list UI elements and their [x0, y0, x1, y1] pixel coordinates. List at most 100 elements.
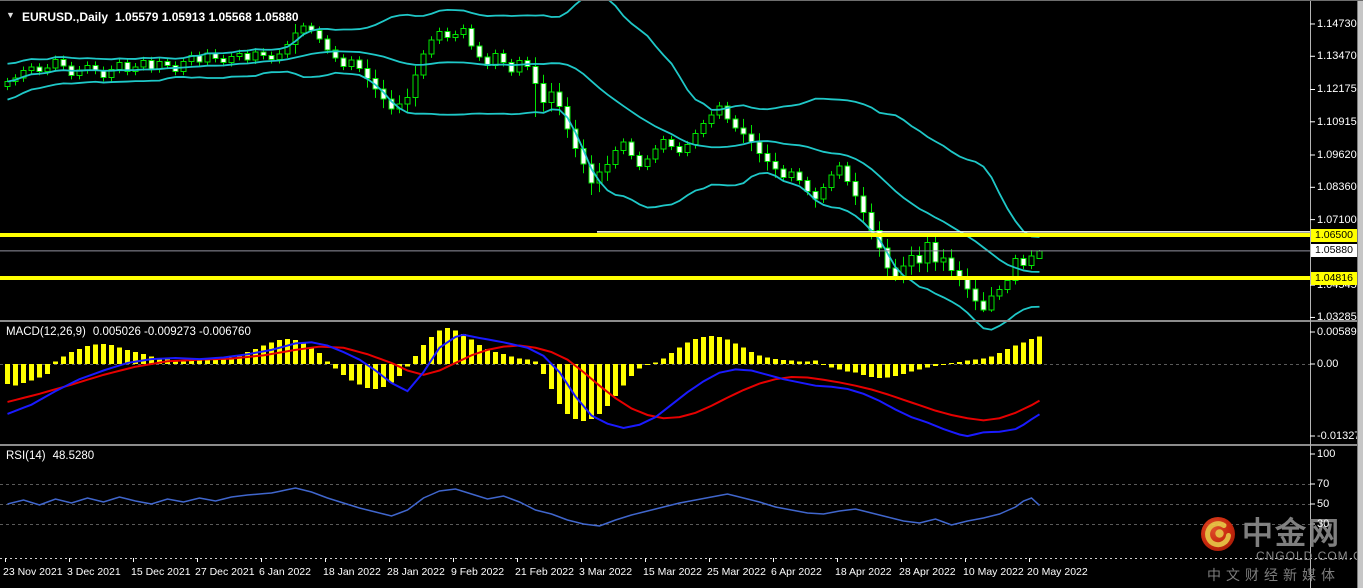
macd-histogram-bar: [1005, 348, 1010, 364]
candle: [708, 114, 715, 125]
macd-histogram-bar: [37, 364, 42, 378]
candle: [148, 60, 155, 70]
rsi-panel: [0, 484, 1310, 527]
macd-histogram-bar: [941, 364, 946, 366]
candle: [140, 60, 147, 68]
macd-histogram-bar: [677, 347, 682, 364]
candle: [44, 67, 51, 72]
macd-histogram-bar: [69, 352, 74, 364]
macd-histogram-bar: [861, 364, 866, 375]
candle: [988, 295, 995, 311]
bb-lower: [7, 70, 1040, 331]
macd-histogram-bar: [829, 364, 834, 368]
macd-histogram-bar: [589, 364, 594, 419]
candle: [756, 141, 763, 154]
macd-histogram-bar: [1021, 342, 1026, 364]
macd-histogram-bar: [693, 339, 698, 364]
candle: [940, 257, 947, 263]
macd-histogram-bar: [685, 342, 690, 364]
macd-histogram-bar: [77, 348, 82, 364]
rsi-tick-label: 70: [1317, 478, 1330, 490]
candle: [60, 58, 67, 67]
candle: [804, 180, 811, 192]
chart-canvas[interactable]: [0, 1, 1363, 588]
macd-histogram-bar: [957, 361, 962, 364]
date-tick-label: 15 Mar 2022: [643, 566, 702, 578]
macd-histogram-bar: [365, 364, 370, 388]
candle: [620, 141, 627, 151]
macd-histogram-bar: [21, 364, 26, 383]
price-tick-label: 1.14730: [1317, 17, 1357, 30]
price-tick-label: 1.13470: [1317, 50, 1357, 63]
vertical-scrollbar[interactable]: [1357, 1, 1363, 588]
macd-histogram-bar: [773, 359, 778, 364]
macd-histogram-bar: [661, 358, 666, 364]
macd-tick-label: 0.00: [1317, 358, 1339, 370]
candle: [4, 81, 11, 87]
macd-histogram-bar: [893, 364, 898, 376]
rsi-tick-label: 50: [1317, 498, 1330, 510]
candle: [164, 61, 171, 66]
macd-histogram-bar: [53, 361, 58, 364]
candle: [740, 127, 747, 135]
macd-histogram-bar: [853, 364, 858, 373]
rsi-tick-label: 100: [1317, 448, 1336, 460]
candle: [660, 139, 667, 150]
macd-histogram-bar: [117, 347, 122, 364]
macd-histogram-bar: [45, 364, 50, 374]
candle: [1020, 258, 1027, 266]
bollinger-bands: [7, 1, 1040, 331]
candle: [460, 27, 467, 35]
candle: [532, 65, 539, 85]
macd-histogram-bar: [493, 352, 498, 364]
candle: [348, 59, 355, 67]
cngold-logo-icon: [1201, 517, 1235, 551]
rsi-line: [7, 487, 1041, 527]
macd-histogram-bar: [93, 344, 98, 364]
macd-histogram-bar: [1037, 336, 1042, 364]
macd-histogram-bar: [5, 364, 10, 385]
trading-terminal-chart-window: ▼ EURUSD.,Daily 1.05579 1.05913 1.05568 1…: [0, 0, 1363, 588]
macd-histogram-bar: [717, 336, 722, 364]
candle: [84, 64, 91, 71]
candle: [748, 133, 755, 143]
level-line: [0, 276, 1310, 281]
price-tick-label: 1.08360: [1317, 181, 1357, 194]
candle: [908, 255, 915, 267]
candle: [828, 174, 835, 188]
candle: [836, 165, 843, 176]
macd-histogram-bar: [421, 345, 426, 364]
macd-histogram-bar: [85, 346, 90, 364]
panel-separator: [0, 320, 1363, 322]
date-tick-label: 20 May 2022: [1027, 566, 1088, 578]
candle: [540, 83, 547, 104]
macd-histogram-bar: [349, 364, 354, 381]
macd-histogram-bar: [101, 343, 106, 364]
macd-main-line: [7, 333, 1041, 438]
candle: [636, 155, 643, 167]
candle: [604, 164, 611, 173]
macd-histogram-bar: [749, 352, 754, 364]
candle: [428, 39, 435, 55]
symbol-dropdown-icon[interactable]: ▼: [6, 10, 15, 20]
candle: [860, 195, 867, 213]
candle: [916, 255, 923, 264]
watermark-tagline-text: 中文财经新媒体: [1207, 567, 1340, 583]
date-tick-label: 27 Dec 2021: [195, 566, 255, 578]
candle: [252, 51, 259, 61]
macd-histogram-bar: [997, 353, 1002, 364]
candle: [548, 91, 555, 104]
candle: [36, 66, 43, 72]
macd-histogram-bar: [445, 328, 450, 364]
bb-middle: [7, 50, 1040, 273]
macd-histogram-bar: [621, 364, 626, 386]
date-tick-label: 25 Mar 2022: [707, 566, 766, 578]
macd-panel: [0, 328, 1310, 438]
macd-histogram-bar: [197, 360, 202, 364]
macd-histogram-bar: [29, 364, 34, 381]
rsi-indicator-label: RSI(14) 48.5280: [6, 450, 94, 462]
price-tag-resistance: 1.06500: [1311, 228, 1360, 242]
candle: [404, 97, 411, 105]
candle: [1036, 250, 1043, 260]
date-axis[interactable]: 23 Nov 2021 3 Dec 2021 15 Dec 2021 27 Dec 2…: [0, 559, 1363, 588]
